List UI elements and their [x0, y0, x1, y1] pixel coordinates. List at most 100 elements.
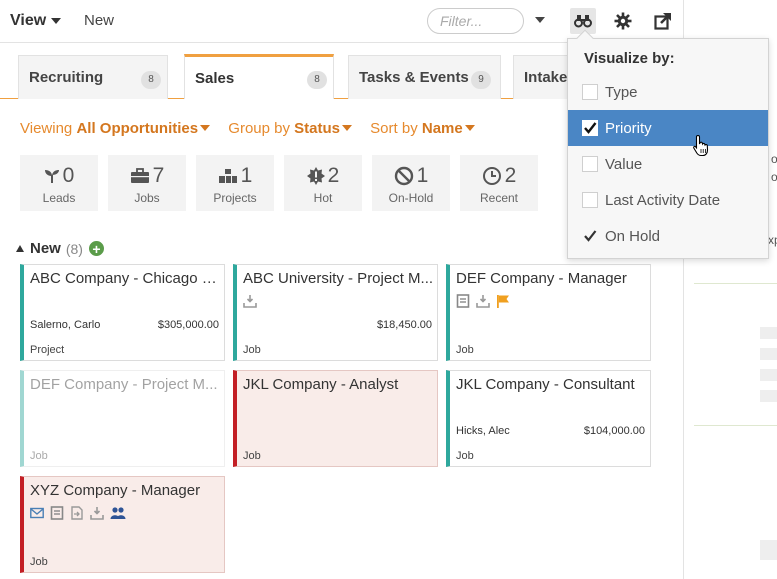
- stat-label: Hot: [313, 191, 333, 205]
- tab-label: Recruiting: [29, 69, 104, 86]
- opportunity-card[interactable]: JKL Company - Analyst Job: [233, 370, 438, 467]
- card-title: DEF Company - Manager: [456, 270, 627, 287]
- visualize-option-priority[interactable]: Priority: [568, 110, 768, 146]
- option-label: Value: [605, 155, 643, 173]
- popout-icon[interactable]: [650, 8, 676, 34]
- card-icons: [30, 506, 126, 520]
- stat-label: Jobs: [134, 191, 160, 205]
- new-button[interactable]: New: [84, 12, 114, 29]
- option-label: Type: [605, 83, 638, 101]
- visualize-option-last-activity-date[interactable]: Last Activity Date: [568, 182, 768, 218]
- right-pane-snippet: o: [771, 170, 777, 184]
- group-by-label: Group by: [228, 120, 290, 137]
- checkbox[interactable]: [582, 228, 598, 244]
- sort-by-dropdown[interactable]: Name: [422, 120, 489, 137]
- tab-tasks-events[interactable]: Tasks & Events 9: [348, 55, 501, 99]
- visualize-option-on-hold[interactable]: On Hold: [568, 218, 768, 254]
- placeholder-bar: [760, 540, 777, 560]
- card-title: JKL Company - Consultant: [456, 376, 635, 393]
- card-title: JKL Company - Analyst: [243, 376, 399, 393]
- opportunity-card[interactable]: DEF Company - Manager Job: [446, 264, 651, 361]
- view-options-bar: Viewing All Opportunities Group by Statu…: [20, 120, 489, 137]
- card-title: DEF Company - Project M...: [30, 376, 218, 393]
- filter-options-caret-icon[interactable]: [535, 17, 545, 23]
- tab-count-badge: 8: [141, 71, 161, 89]
- stat-label: Projects: [213, 191, 257, 205]
- opportunity-card[interactable]: XYZ Company - Manager Job: [20, 476, 225, 573]
- option-label: Last Activity Date: [605, 191, 721, 209]
- inbox-icon: [476, 294, 490, 308]
- tab-recruiting[interactable]: Recruiting 8: [18, 55, 168, 99]
- tab-label: Sales: [195, 69, 235, 87]
- divider: [694, 283, 777, 284]
- right-pane-snippet: xp: [768, 233, 777, 247]
- menu-header: Visualize by:: [584, 50, 675, 67]
- gear-icon[interactable]: [610, 8, 636, 34]
- add-plus-icon[interactable]: +: [88, 241, 104, 256]
- divider: [694, 425, 777, 426]
- card-type: Job: [30, 556, 48, 568]
- right-pane-snippet: o: [771, 152, 777, 166]
- visualize-option-type[interactable]: Type: [568, 74, 768, 110]
- inbox-icon: [243, 294, 257, 308]
- tab-count-badge: 8: [307, 71, 327, 89]
- stat-projects[interactable]: 1 Projects: [196, 155, 274, 211]
- visualize-option-value[interactable]: Value: [568, 146, 768, 182]
- view-menu-label: View: [10, 12, 47, 29]
- checkbox[interactable]: [582, 156, 598, 172]
- sort-by-value: Name: [421, 120, 463, 137]
- tab-sales[interactable]: Sales 8: [184, 54, 334, 99]
- card-icons: [243, 294, 257, 308]
- app-page: View New o o xp Recruiting 8: [0, 0, 777, 579]
- view-menu-button[interactable]: View: [10, 12, 62, 30]
- option-label: On Hold: [605, 227, 661, 245]
- stat-value: 1: [416, 164, 429, 187]
- group-count: (8): [65, 240, 83, 257]
- checkbox[interactable]: [582, 120, 598, 136]
- stat-jobs[interactable]: 7 Jobs: [108, 155, 186, 211]
- inbox-icon: [90, 506, 104, 520]
- viewing-dropdown[interactable]: All Opportunities: [76, 120, 224, 137]
- stat-hot[interactable]: 2 Hot: [284, 155, 362, 211]
- briefcase-icon: [130, 168, 150, 184]
- placeholder-bar: [760, 390, 777, 402]
- opportunity-card[interactable]: JKL Company - Consultant Hicks, Alec $10…: [446, 370, 651, 467]
- group-by-dropdown[interactable]: Status: [294, 120, 366, 137]
- stat-value: 0: [62, 164, 75, 187]
- card-title: XYZ Company - Manager: [30, 482, 201, 499]
- stat-label: Recent: [479, 191, 519, 205]
- checkmark-icon: [584, 230, 597, 242]
- stat-label: Leads: [42, 191, 76, 205]
- hot-badge-icon: [306, 167, 325, 185]
- card-person: Salerno, Carlo: [30, 319, 101, 331]
- visualize-by-menu: Visualize by: Type Priority Value Last A…: [567, 29, 769, 259]
- chevron-down-icon: [51, 17, 62, 24]
- tab-label: Intake: [524, 69, 568, 86]
- checkbox[interactable]: [582, 192, 598, 208]
- prohibited-icon: [394, 166, 414, 186]
- card-type: Project: [30, 344, 65, 356]
- clock-icon: [482, 166, 502, 186]
- opportunity-card[interactable]: ABC Company - Chicago E... Salerno, Carl…: [20, 264, 225, 361]
- card-person: Hicks, Alec: [456, 425, 510, 437]
- card-type: Job: [456, 344, 474, 356]
- checkbox[interactable]: [582, 84, 598, 100]
- stat-value: 7: [152, 164, 165, 187]
- stat-on-hold[interactable]: 1 On-Hold: [372, 155, 450, 211]
- stat-recent[interactable]: 2 Recent: [460, 155, 538, 211]
- stat-label: On-Hold: [388, 191, 434, 205]
- sprout-icon: [44, 168, 60, 184]
- stat-leads[interactable]: 0 Leads: [20, 155, 98, 211]
- collapse-triangle-icon[interactable]: [16, 245, 24, 252]
- filter-input[interactable]: [427, 8, 524, 34]
- tab-count-badge: 9: [471, 71, 491, 89]
- option-label: Priority: [605, 119, 652, 137]
- stat-value: 1: [240, 164, 253, 187]
- envelope-icon: [30, 506, 44, 520]
- chevron-down-icon: [464, 125, 475, 132]
- stat-value: 2: [504, 164, 517, 187]
- opportunity-card[interactable]: ABC University - Project M... $18,450.00…: [233, 264, 438, 361]
- card-type: Job: [456, 450, 474, 462]
- opportunity-card[interactable]: DEF Company - Project M... Job: [20, 370, 225, 467]
- note-icon: [50, 506, 64, 520]
